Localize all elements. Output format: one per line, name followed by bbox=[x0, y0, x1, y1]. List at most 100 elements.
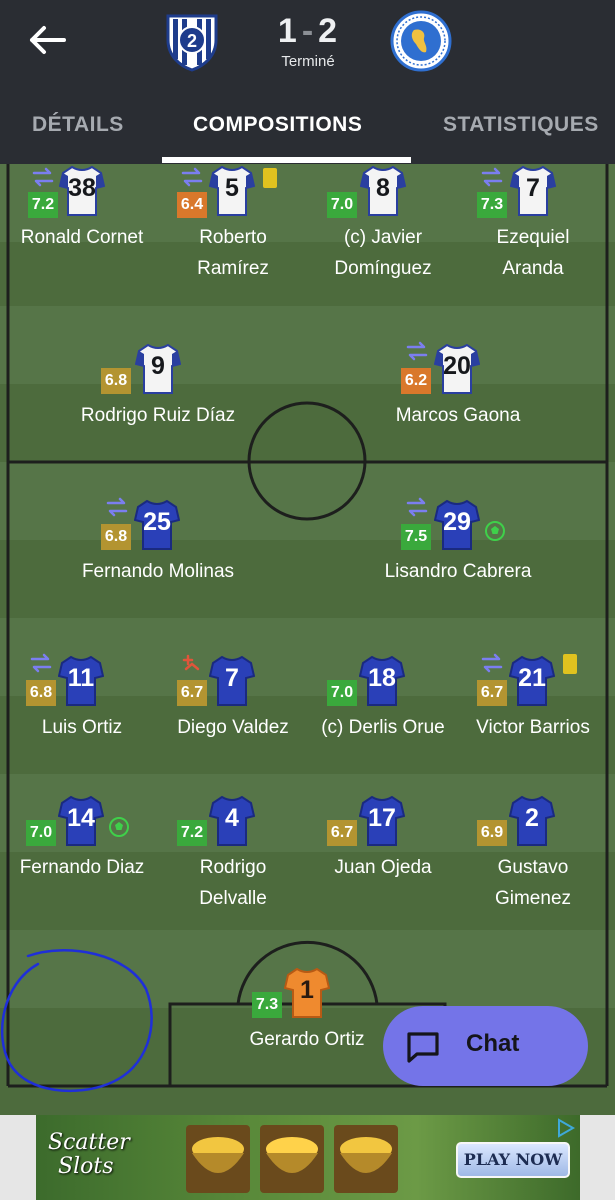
player-card[interactable]: 7 7.3 Ezequiel Aranda bbox=[458, 164, 608, 310]
jersey-icon: 21 bbox=[508, 654, 556, 706]
ad-play-now-button[interactable]: PLAY NOW bbox=[456, 1142, 570, 1178]
player-name-line2: Domínguez bbox=[334, 258, 432, 279]
player-name: Victor Barrios bbox=[476, 717, 590, 738]
jersey-icon: 2 bbox=[508, 794, 556, 846]
player-card[interactable]: 7 6.7 Diego Valdez bbox=[158, 648, 308, 748]
jersey-number: 38 bbox=[68, 174, 96, 202]
back-button[interactable] bbox=[22, 18, 72, 62]
jersey-number: 8 bbox=[376, 174, 390, 202]
jersey-icon: 7 bbox=[208, 654, 256, 706]
gold-pot-icon bbox=[334, 1125, 398, 1193]
rating-badge: 7.0 bbox=[327, 192, 357, 218]
shield-crest-icon: 2 bbox=[166, 14, 218, 72]
player-name: Diego Valdez bbox=[177, 717, 289, 738]
player-card[interactable]: 11 6.8 Luis Ortiz bbox=[7, 648, 157, 748]
jersey-number: 9 bbox=[151, 352, 165, 380]
jersey-number: 18 bbox=[368, 664, 396, 692]
rating-badge: 7.5 bbox=[401, 524, 431, 550]
jersey-icon: 38 bbox=[58, 164, 106, 216]
jersey-number: 29 bbox=[443, 508, 471, 536]
player-card[interactable]: 5 6.4 Roberto Ramírez bbox=[158, 164, 308, 310]
jersey-icon: 4 bbox=[208, 794, 256, 846]
tab-details[interactable]: DÉTAILS bbox=[32, 110, 124, 164]
player-name-line2: Ramírez bbox=[197, 258, 269, 279]
player-name: Fernando Molinas bbox=[81, 561, 235, 582]
jersey-number: 25 bbox=[143, 508, 171, 536]
jersey-number: 4 bbox=[225, 804, 239, 832]
ad-banner[interactable]: Scatter Slots PLAY NOW bbox=[36, 1115, 580, 1200]
rating-badge: 6.2 bbox=[401, 368, 431, 394]
chat-button[interactable]: Chat bbox=[383, 1006, 588, 1086]
jersey-icon: 20 bbox=[433, 342, 481, 394]
substitution-icon bbox=[106, 497, 128, 517]
rating-badge: 6.7 bbox=[477, 680, 507, 706]
jersey-number: 17 bbox=[368, 804, 396, 832]
player-name: Rodrigo bbox=[199, 857, 267, 878]
ad-choices-icon[interactable] bbox=[555, 1117, 577, 1139]
lineup-pitch: 38 7.2 Ronald Cornet 5 6.4 Roberto Ramír… bbox=[0, 164, 615, 1115]
rating-badge: 6.8 bbox=[26, 680, 56, 706]
substitution-icon bbox=[406, 497, 428, 517]
player-name: Juan Ojeda bbox=[334, 857, 432, 878]
player-card[interactable]: 38 7.2 Ronald Cornet bbox=[7, 164, 157, 280]
rating-badge: 7.0 bbox=[26, 820, 56, 846]
rating-badge: 7.2 bbox=[28, 192, 58, 218]
player-card[interactable]: 9 6.8 Rodrigo Ruiz Díaz bbox=[81, 336, 235, 436]
player-card[interactable]: 20 6.2 Marcos Gaona bbox=[383, 336, 533, 436]
player-name: (c) Javier bbox=[343, 227, 423, 248]
jersey-icon: 7 bbox=[509, 164, 557, 216]
jersey-number: 2 bbox=[525, 804, 539, 832]
substitution-icon bbox=[481, 653, 503, 673]
rating-badge: 7.3 bbox=[477, 192, 507, 218]
player-card[interactable]: 21 6.7 Victor Barrios bbox=[458, 648, 608, 748]
ad-logo-line2: Slots bbox=[58, 1154, 114, 1179]
player-card[interactable]: 2 6.9 Gustavo Gimenez bbox=[458, 788, 608, 918]
rating-badge: 7.3 bbox=[252, 992, 282, 1018]
player-name: Marcos Gaona bbox=[395, 405, 521, 426]
rating-badge: 6.8 bbox=[101, 524, 131, 550]
player-card[interactable]: 29 7.5 Lisandro Cabrera bbox=[383, 492, 533, 592]
player-card[interactable]: 25 6.8 Fernando Molinas bbox=[82, 492, 234, 592]
match-status: Terminé bbox=[281, 53, 335, 70]
svg-text:2: 2 bbox=[187, 31, 197, 51]
substitution-icon bbox=[181, 167, 203, 187]
tab-compositions[interactable]: COMPOSITIONS bbox=[193, 110, 362, 164]
home-team-crest[interactable]: 2 bbox=[162, 10, 222, 72]
rating-badge: 7.2 bbox=[177, 820, 207, 846]
player-card[interactable]: 18 7.0 (c) Derlis Orue bbox=[308, 648, 458, 748]
home-score: 1 bbox=[277, 12, 298, 50]
player-card[interactable]: 14 7.0 Fernando Diaz bbox=[7, 788, 157, 918]
away-team-crest[interactable] bbox=[390, 10, 452, 72]
active-tab-indicator bbox=[162, 157, 411, 163]
player-name: (c) Derlis Orue bbox=[321, 717, 445, 738]
gold-pot-icon bbox=[260, 1125, 324, 1193]
yellow-card-icon bbox=[563, 654, 577, 674]
jersey-number: 5 bbox=[225, 174, 239, 202]
chat-bubble-icon bbox=[407, 1032, 439, 1063]
player-name: Roberto bbox=[199, 227, 267, 248]
player-name: Gerardo Ortiz bbox=[249, 1029, 365, 1050]
player-card[interactable]: 17 6.7 Juan Ojeda bbox=[308, 788, 458, 918]
jersey-number: 7 bbox=[526, 174, 540, 202]
jersey-number: 7 bbox=[225, 664, 239, 692]
player-card[interactable]: 1 7.3 Gerardo Ortiz bbox=[232, 960, 382, 1060]
tab-statistics[interactable]: STATISTIQUES bbox=[443, 110, 599, 164]
player-name: Gustavo bbox=[497, 857, 569, 878]
player-card[interactable]: 4 7.2 Rodrigo Delvalle bbox=[158, 788, 308, 918]
match-header: 2 1-2 Terminé bbox=[0, 0, 615, 110]
jersey-icon: 17 bbox=[358, 794, 406, 846]
jersey-icon: 14 bbox=[57, 794, 105, 846]
jersey-number: 20 bbox=[443, 352, 471, 380]
player-name: Ronald Cornet bbox=[20, 227, 144, 248]
jersey-icon: 18 bbox=[358, 654, 406, 706]
rating-badge: 7.0 bbox=[327, 680, 357, 706]
player-name: Fernando Diaz bbox=[19, 857, 145, 878]
rating-badge: 6.8 bbox=[101, 368, 131, 394]
ad-container: Scatter Slots PLAY NOW bbox=[0, 1115, 615, 1200]
rating-badge: 6.9 bbox=[477, 820, 507, 846]
round-crest-icon bbox=[390, 10, 452, 72]
rating-badge: 6.7 bbox=[327, 820, 357, 846]
substitution-icon bbox=[406, 341, 428, 361]
player-card[interactable]: 8 7.0 (c) Javier Domínguez bbox=[308, 164, 458, 310]
rating-badge: 6.7 bbox=[177, 680, 207, 706]
